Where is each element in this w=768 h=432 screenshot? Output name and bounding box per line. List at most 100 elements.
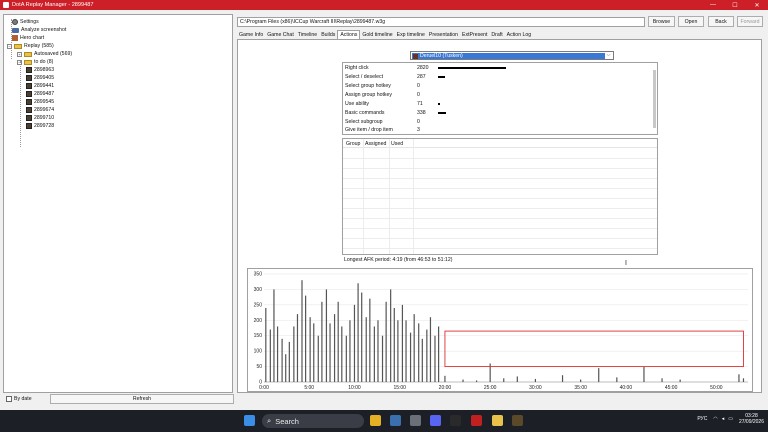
apm-bar: [357, 283, 359, 382]
tree-item-replay-file[interactable]: 2899545: [26, 98, 54, 106]
refresh-button[interactable]: Refresh: [50, 394, 234, 404]
tree-item-settings[interactable]: Settings: [12, 18, 39, 26]
hero-icon: [12, 35, 18, 41]
minimize-button[interactable]: —: [702, 0, 724, 10]
tab-game-chat[interactable]: Game Chat: [265, 30, 296, 39]
apm-bar: [393, 307, 395, 382]
back-button[interactable]: Back: [708, 16, 734, 27]
tab-action-log[interactable]: Action Log: [505, 30, 534, 39]
battery-icon[interactable]: ▭: [728, 416, 733, 422]
clock-date[interactable]: 27/09/2026: [739, 419, 764, 425]
notepad-icon[interactable]: [390, 415, 401, 426]
collapse-icon[interactable]: −: [17, 59, 22, 65]
folder-icon: [24, 51, 32, 57]
column-header-assigned[interactable]: Assigned: [365, 141, 386, 147]
tree-item-replay-file[interactable]: 2899405: [26, 74, 54, 82]
apm-bar: [317, 335, 319, 382]
tree-item-analyze-screenshot[interactable]: Analyze screenshot: [12, 26, 66, 34]
tab-timeline[interactable]: Timeline: [296, 30, 319, 39]
file-explorer-icon[interactable]: [492, 415, 503, 426]
apm-bar: [296, 314, 299, 382]
tree-item-label: 2899674: [34, 107, 55, 113]
open-button[interactable]: Open: [678, 16, 704, 27]
apm-bar: [345, 335, 347, 382]
tab-actions[interactable]: Actions: [337, 30, 361, 39]
settings-icon[interactable]: [410, 415, 421, 426]
windows-start-icon[interactable]: [244, 415, 255, 426]
action-name: Select / deselect: [345, 74, 384, 80]
checkbox[interactable]: [6, 396, 12, 402]
action-name: Basic commands: [345, 110, 385, 116]
close-button[interactable]: ✕: [746, 0, 768, 10]
search-icon: ⌕: [267, 416, 272, 425]
chrome-icon[interactable]: [370, 415, 381, 426]
actions-list[interactable]: Right click 2820 Select / deselect 287 S…: [342, 62, 658, 135]
volume-icon[interactable]: ◂: [722, 416, 725, 422]
tab-extpresent[interactable]: ExtPresent: [460, 30, 489, 39]
by-date-checkbox[interactable]: By date: [6, 396, 32, 402]
replay-tree[interactable]: Settings Analyze screenshot Hero chart −…: [3, 14, 233, 393]
replay-path-input[interactable]: C:\Program Files (x86)\ICCup Warcraft II…: [237, 17, 645, 27]
app-icon[interactable]: [450, 415, 461, 426]
action-count: 0: [417, 119, 420, 125]
forward-button[interactable]: Forward: [737, 16, 763, 27]
column-header-used[interactable]: Used: [391, 141, 403, 147]
replay-icon: [26, 99, 32, 105]
apm-bar: [285, 354, 287, 382]
tab-gold-timeline[interactable]: Gold timeline: [360, 30, 394, 39]
tree-item-replay-file[interactable]: 2899674: [26, 106, 54, 114]
maximize-button[interactable]: ☐: [724, 0, 746, 10]
search-placeholder: Search: [275, 416, 299, 426]
apm-bar: [475, 380, 478, 382]
tab-builds[interactable]: Builds: [319, 30, 337, 39]
apm-bar: [421, 338, 423, 382]
wifi-icon[interactable]: ◠: [713, 416, 717, 422]
tree-item-replay-file[interactable]: 2899487: [26, 90, 54, 98]
apm-bar: [401, 304, 404, 382]
action-row: Select subgroup 0: [345, 118, 420, 126]
apm-bar: [373, 326, 375, 382]
collapse-icon[interactable]: −: [7, 43, 12, 49]
apm-bar: [426, 329, 428, 382]
tree-item-hero-chart[interactable]: Hero chart: [12, 34, 44, 42]
apm-bar: [329, 323, 331, 382]
action-count: 338: [417, 110, 426, 116]
tree-item-replay-file[interactable]: 2898963: [26, 66, 54, 74]
tree-item-replay-file[interactable]: 2899728: [26, 122, 54, 130]
browse-button[interactable]: Browse: [648, 16, 675, 27]
taskbar-search[interactable]: ⌕ Search: [262, 414, 364, 428]
language-indicator[interactable]: РУС: [697, 416, 707, 422]
y-tick-label: 150: [254, 333, 263, 339]
column-header-group[interactable]: Group: [346, 141, 360, 147]
actions-scrollbar[interactable]: [653, 70, 656, 128]
apm-bar: [377, 320, 379, 382]
camera-icon: [12, 27, 19, 33]
tree-item-autosaved[interactable]: + Autosaved (569): [17, 50, 72, 58]
apm-bar: [265, 307, 267, 382]
tree-item-label: 2899441: [34, 83, 55, 89]
x-tick-label: 45:00: [665, 385, 678, 391]
x-tick-label: 35:00: [574, 385, 587, 391]
tree-item-replay[interactable]: − Replay (585): [7, 42, 54, 50]
title-bar: DotA Replay Manager - 2899487 — ☐ ✕: [0, 0, 768, 10]
tab-exp-timeline[interactable]: Exp timeline: [395, 30, 427, 39]
tree-item-to-do[interactable]: − to do (8): [17, 58, 53, 66]
replay-manager-icon[interactable]: [471, 415, 482, 426]
groups-table[interactable]: Group Assigned Used: [342, 138, 658, 255]
expand-icon[interactable]: +: [17, 51, 22, 57]
tree-item-replay-file[interactable]: 2899710: [26, 114, 54, 122]
apm-bar: [438, 326, 440, 382]
chevron-down-icon[interactable]: ⌵: [605, 52, 612, 59]
tab-draft[interactable]: Draft: [489, 30, 504, 39]
hero-portrait-icon: [413, 53, 418, 59]
apm-bar: [561, 375, 564, 382]
tab-game-info[interactable]: Game Info: [237, 30, 265, 39]
tree-item-replay-file[interactable]: 2899441: [26, 82, 54, 90]
discord-icon[interactable]: [430, 415, 441, 426]
replay-icon: [26, 107, 32, 113]
player-select[interactable]: Deruel10 (Tusken) ⌵: [410, 51, 614, 60]
tree-item-label: 2899545: [34, 99, 55, 105]
apm-bar: [405, 320, 407, 382]
warcraft-icon[interactable]: [512, 415, 523, 426]
tab-presentation[interactable]: Presentation: [427, 30, 460, 39]
